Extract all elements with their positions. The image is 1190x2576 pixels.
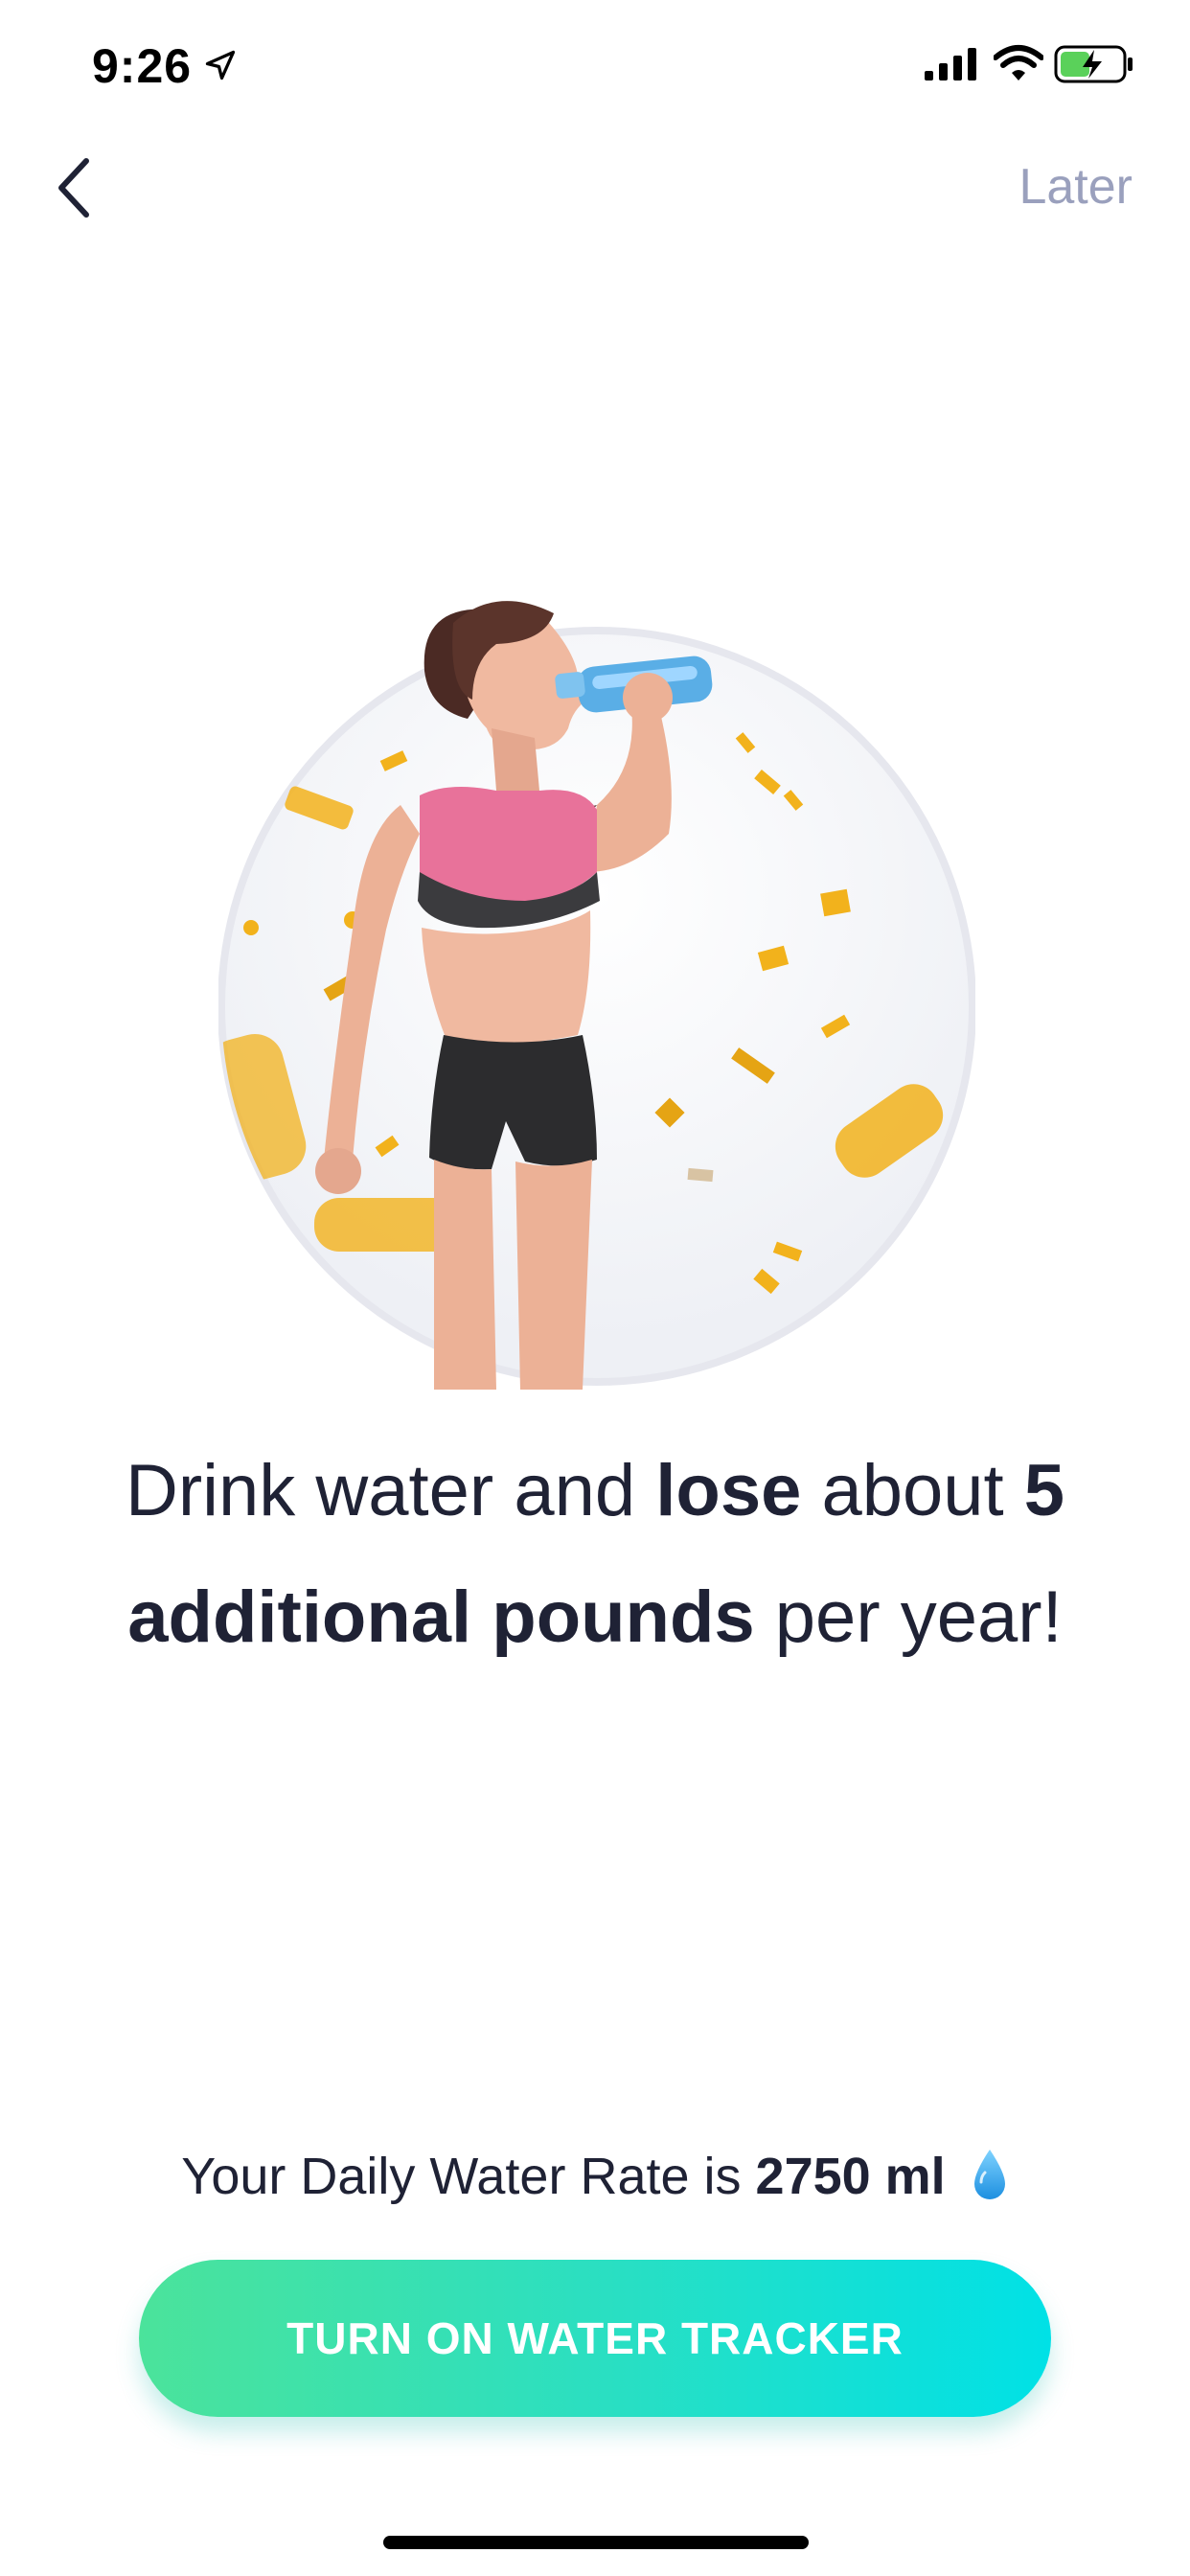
status-time: 9:26: [92, 39, 193, 93]
woman-drinking-water-illustration: [218, 601, 975, 1390]
hero-circle-background: [218, 627, 975, 1386]
turn-on-water-tracker-button[interactable]: TURN ON WATER TRACKER: [139, 2260, 1051, 2417]
headline-bold-lose: lose: [655, 1450, 802, 1531]
home-indicator: [383, 2536, 809, 2549]
later-button[interactable]: Later: [1018, 158, 1133, 216]
wifi-icon: [994, 45, 1043, 80]
back-button[interactable]: [48, 153, 105, 222]
headline-part-2: about: [801, 1450, 1024, 1531]
battery-charging-icon: [1054, 45, 1133, 83]
water-drop-icon: [973, 2150, 1005, 2199]
signal-icon: [925, 48, 976, 80]
status-bar: 9:26: [0, 0, 1190, 126]
rate-prefix: Your Daily Water Rate is: [181, 2148, 756, 2205]
daily-water-rate: Your Daily Water Rate is 2750 ml: [0, 2147, 1190, 2206]
rate-value: 2750 ml: [755, 2148, 946, 2205]
headline-part-1: Drink water and: [125, 1450, 656, 1531]
chevron-left-icon: [58, 158, 89, 218]
headline: Drink water and lose about 5 additional …: [38, 1428, 1152, 1681]
location-arrow-icon: [205, 50, 236, 80]
headline-part-3: per year!: [754, 1576, 1063, 1658]
